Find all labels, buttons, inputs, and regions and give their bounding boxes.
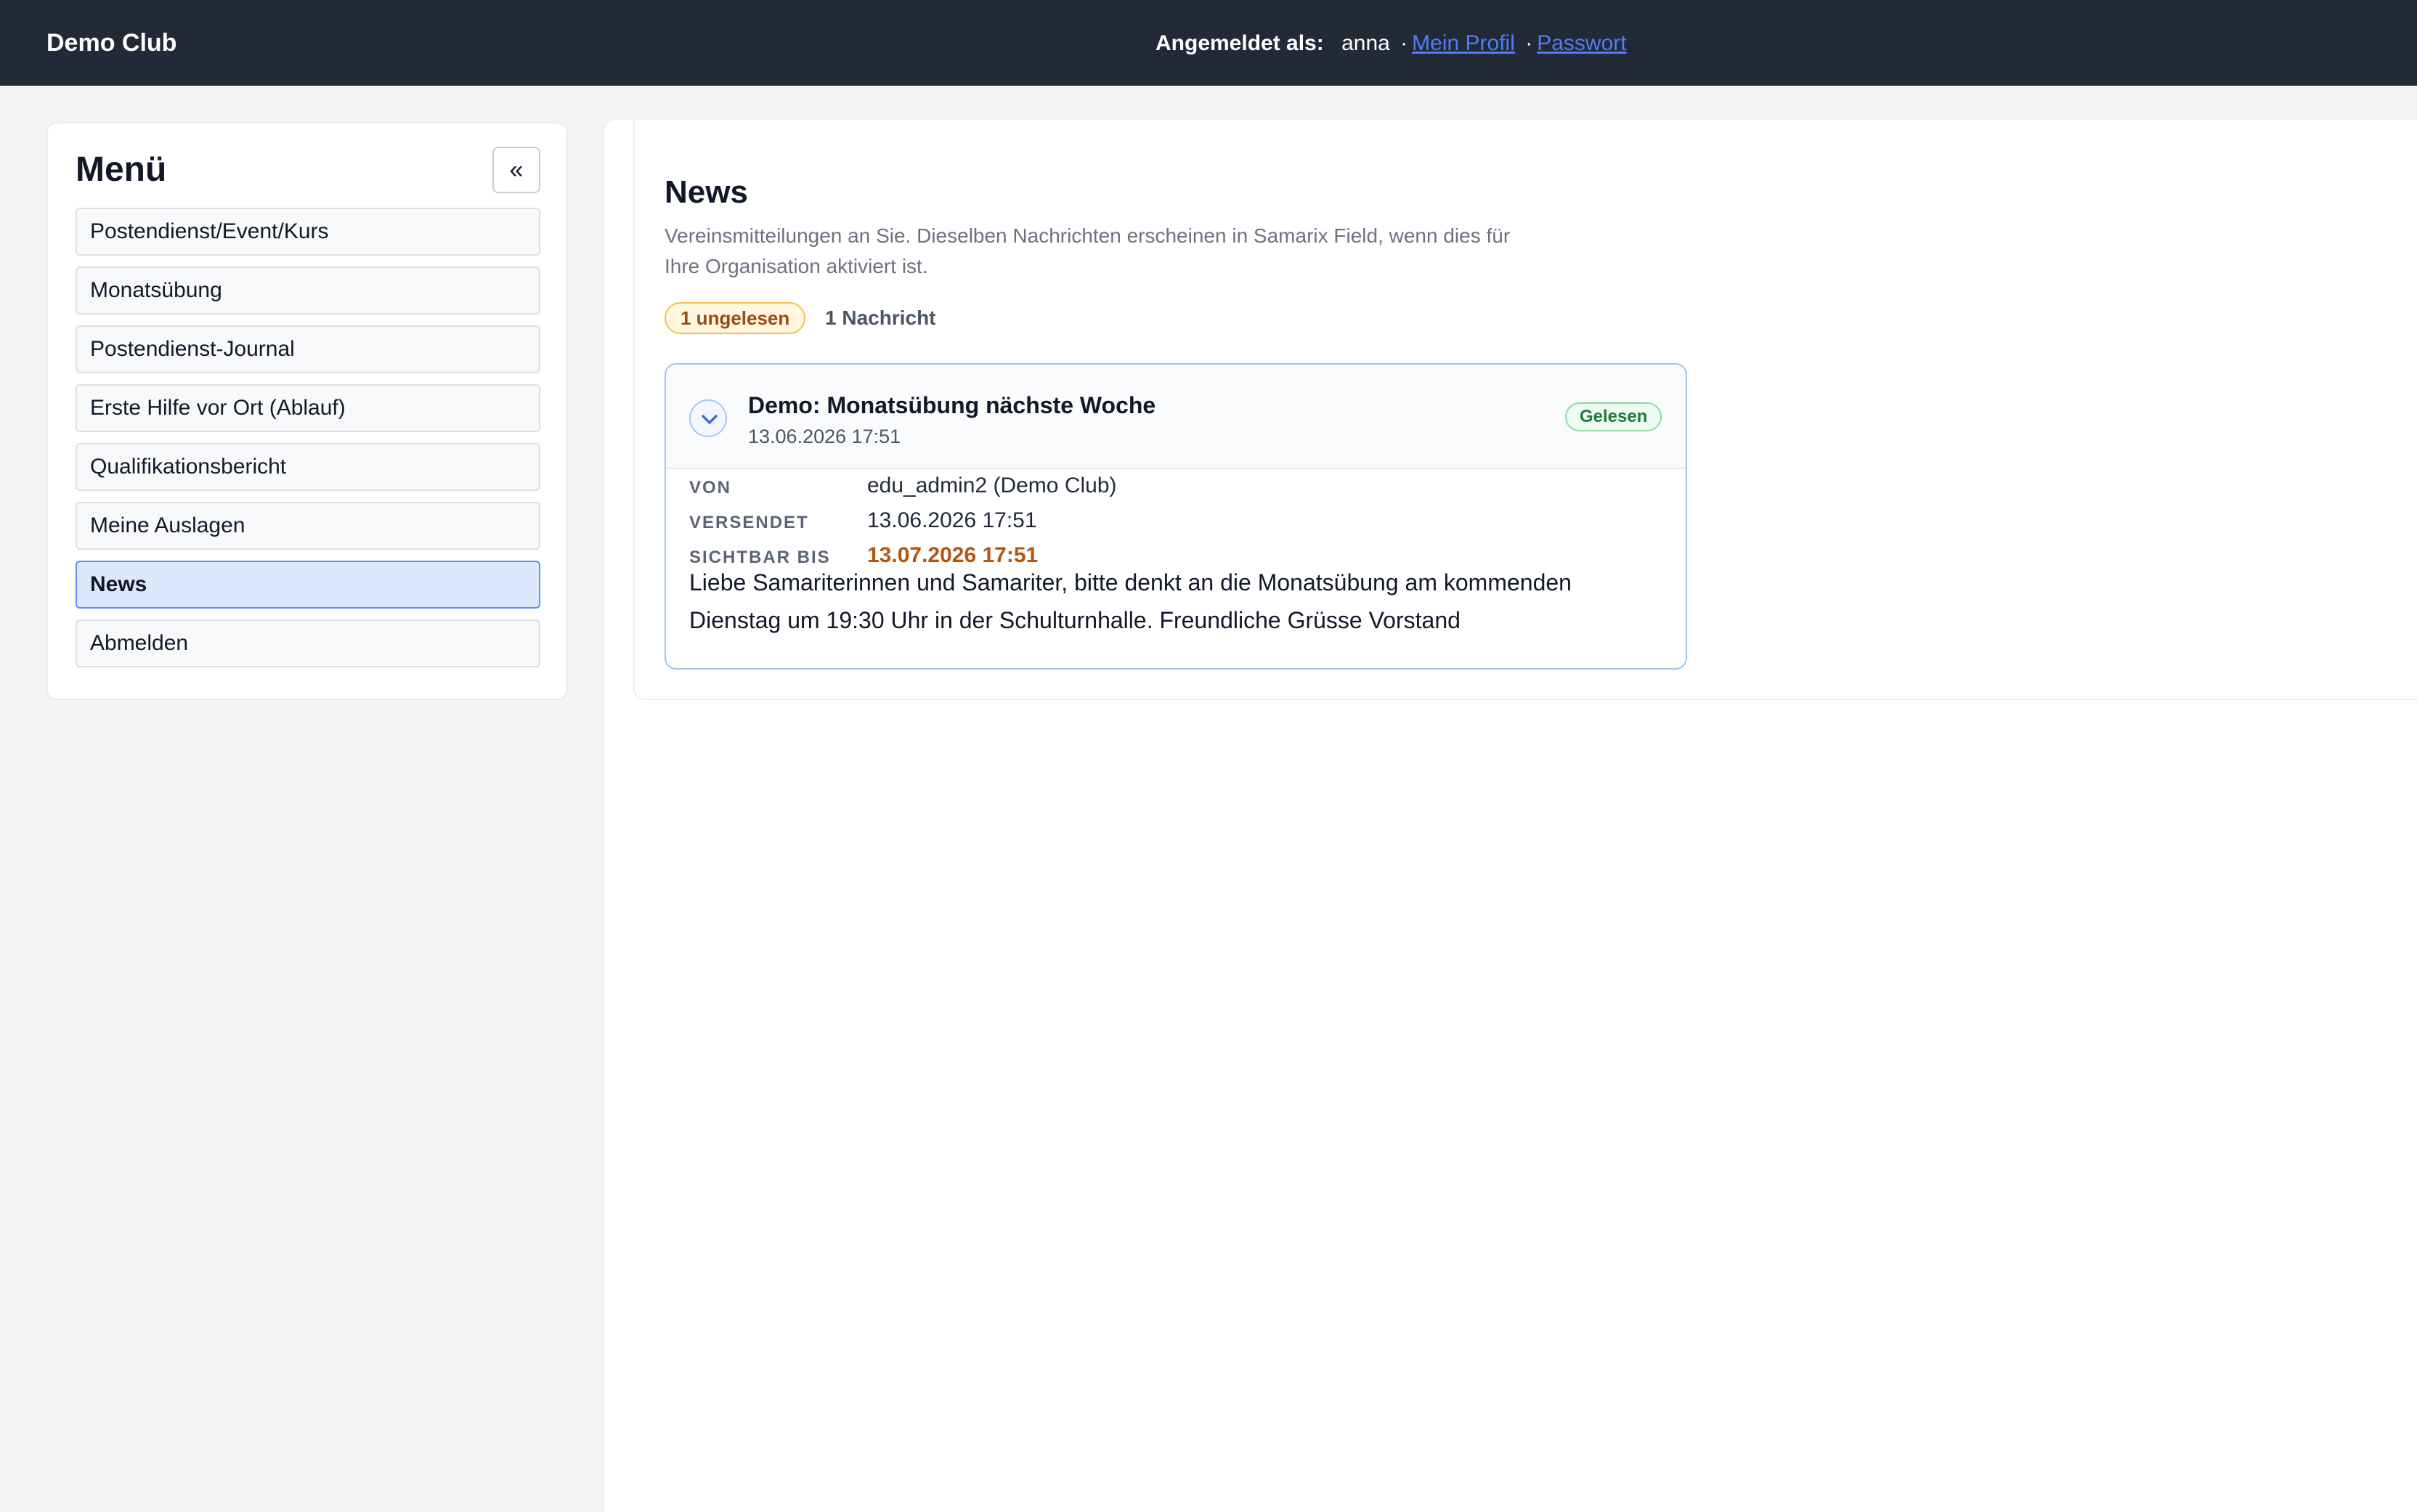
read-status-badge: Gelesen	[1565, 402, 1662, 431]
message-count: 1 Nachricht	[825, 306, 936, 329]
meta-label-from: VON	[689, 478, 732, 497]
sidebar-menu: Menü « Postendienst/Event/Kurs Monatsübu…	[46, 122, 568, 700]
news-date: 13.06.2026 17:51	[748, 426, 901, 447]
news-body: Liebe Samariterinnen und Samariter, bitt…	[689, 569, 1572, 633]
menu-list: Postendienst/Event/Kurs Monatsübung Post…	[76, 208, 540, 678]
sidebar-item-qualifikationsbericht[interactable]: Qualifikationsbericht	[76, 443, 540, 491]
collapse-sidebar-button[interactable]: «	[492, 147, 540, 193]
meta-value-sent: 13.06.2026 17:51	[867, 508, 1037, 532]
news-title: Demo: Monatsübung nächste Woche	[748, 392, 1156, 418]
sidebar-item-abmelden[interactable]: Abmelden	[76, 619, 540, 667]
separator: ·	[1400, 31, 1408, 55]
top-bar: Demo Club Angemeldet als: anna · Mein Pro…	[0, 0, 2417, 86]
username: anna	[1341, 31, 1390, 55]
sidebar-item-postendienst[interactable]: Postendienst/Event/Kurs	[76, 208, 540, 256]
meta-label-sent: VERSENDET	[689, 513, 809, 532]
sidebar-item-auslagen[interactable]: Meine Auslagen	[76, 502, 540, 550]
password-link[interactable]: Passwort	[1537, 31, 1626, 55]
sidebar-item-monatsuebung[interactable]: Monatsübung	[76, 267, 540, 314]
page-description: Vereinsmitteilungen an Sie. Dieselben Na…	[665, 224, 1511, 277]
menu-title: Menü	[76, 150, 167, 189]
separator: ·	[1525, 31, 1533, 55]
chevron-down-icon	[702, 415, 718, 424]
sidebar-item-news[interactable]: News	[76, 561, 540, 609]
meta-value-from: edu_admin2 (Demo Club)	[867, 473, 1117, 497]
profile-link[interactable]: Mein Profil	[1412, 31, 1515, 55]
sidebar-item-journal[interactable]: Postendienst-Journal	[76, 325, 540, 373]
news-card: Demo: Monatsübung nächste Woche 13.06.20…	[665, 363, 1687, 670]
unread-badge: 1 ungelesen	[665, 302, 806, 334]
user-info: Angemeldet als: anna · Mein Profil · Passw…	[1155, 28, 1627, 60]
news-card-header[interactable]: Demo: Monatsübung nächste Woche 13.06.20…	[666, 365, 1686, 469]
sidebar-item-erste-hilfe[interactable]: Erste Hilfe vor Ort (Ablauf)	[76, 384, 540, 432]
logged-in-label: Angemeldet als:	[1155, 31, 1324, 55]
expand-toggle-button[interactable]	[689, 399, 727, 437]
brand-title: Demo Club	[46, 29, 177, 57]
page-title: News	[665, 174, 748, 210]
